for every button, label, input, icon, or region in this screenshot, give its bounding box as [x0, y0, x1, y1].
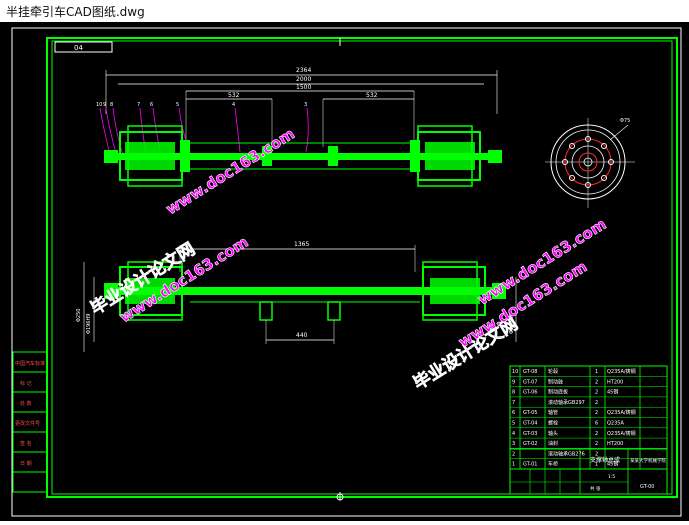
- dim-bottom-overall: 1365: [294, 241, 309, 248]
- title-name: 支撑轴总成: [590, 456, 620, 464]
- callout-5: 6: [150, 102, 153, 108]
- bom-cell-qty: 2: [595, 410, 598, 416]
- bom-cell-mat: Q235A: [607, 421, 624, 427]
- bom-cell-mat: HT200: [607, 379, 623, 385]
- bom-cell-code: GT-08: [523, 369, 537, 375]
- bom-cell-mat: Q235A/铸钢: [607, 409, 636, 416]
- bom-cell-code: GT-03: [523, 431, 537, 437]
- drawing-no-box: [54, 41, 113, 53]
- cad-canvas[interactable]: 04 2364 2000 1500 532 532 10 9 8 7 6 5 4…: [0, 22, 689, 521]
- bom-cell-mat: HT200: [607, 441, 623, 447]
- bom-cell-qty: 2: [595, 400, 598, 406]
- bom-cell-no: 5: [512, 421, 515, 427]
- bom-cell-name: 螺栓: [548, 420, 558, 427]
- left-strip-0: 中国汽车标准: [15, 360, 45, 367]
- window-titlebar: 半挂牵引车CAD图纸.dwg: [0, 0, 689, 23]
- bom-cell-code: GT-07: [523, 379, 537, 385]
- bom-cell-name: 轴管: [548, 409, 558, 416]
- dim-top-second: 2000: [296, 76, 311, 83]
- callout-8: 3: [304, 102, 307, 108]
- left-strip-3: 更改文件号: [15, 420, 40, 427]
- callout-4: 7: [137, 102, 140, 108]
- bom-cell-name: 滚动轴承GB276: [548, 450, 585, 457]
- dim-left-vertical2: Φ196H9: [86, 314, 92, 334]
- bom-cell-qty: 2: [595, 379, 598, 385]
- bom-cell-mat: Q235A/铸钢: [607, 368, 636, 375]
- bom-cell-code: GT-02: [523, 441, 537, 447]
- left-strip-5: 日 期: [20, 461, 32, 467]
- cad-drawing[interactable]: 04 2364 2000 1500 532 532 10 9 8 7 6 5 4…: [0, 22, 689, 521]
- window-title: 半挂牵引车CAD图纸.dwg: [6, 5, 145, 19]
- title-sheets: 共 张: [590, 485, 601, 492]
- bom-cell-name: 轮毂: [548, 368, 558, 375]
- dim-top-left-seg: 532: [228, 92, 240, 99]
- bom-cell-no: 8: [512, 390, 515, 396]
- top-axle-view: 2364 2000 1500 532 532 10 9 8 7 6 5 4 3: [96, 67, 502, 187]
- bom-cell-name: 制动底板: [548, 389, 568, 396]
- title-company: 某某大学机械学院: [630, 457, 666, 464]
- bom-cell-no: 2: [512, 451, 515, 457]
- left-revision-strip: 中国汽车标准 标 记 处 数 更改文件号 签 名 日 期: [12, 351, 48, 493]
- bom-cell-no: 1: [512, 462, 515, 468]
- bom-cell-no: 9: [512, 379, 515, 385]
- dim-top-third: 1500: [296, 84, 311, 91]
- watermark-1: 毕业设计论文网 www.doc163.com: [86, 232, 251, 326]
- left-strip-4: 签 名: [20, 440, 32, 447]
- bom-cell-name: 制动鼓: [548, 378, 563, 385]
- callout-7: 4: [232, 102, 235, 108]
- callout-1: 10: [96, 102, 102, 108]
- title-ratio: 1:5: [608, 474, 615, 480]
- bom-cell-no: 3: [512, 441, 515, 447]
- dim-bottom-small: 440: [296, 332, 308, 339]
- callout-3: 8: [110, 102, 113, 108]
- bom-cell-no: 4: [512, 431, 515, 437]
- dim-wheel: Φ75: [620, 118, 630, 124]
- bom-cell-qty: 1: [595, 369, 598, 375]
- title-code: GT-00: [640, 484, 654, 490]
- bom-cell-qty: 2: [595, 441, 598, 447]
- left-strip-1: 标 记: [20, 380, 32, 387]
- bom-cell-mat: 45钢: [607, 389, 618, 396]
- bom-cell-name: 油封: [548, 440, 558, 447]
- dim-left-vertical: Φ250: [76, 309, 82, 322]
- bom-cell-name: 车桥: [548, 461, 558, 468]
- bom-cell-qty: 2: [595, 431, 598, 437]
- bom-cell-qty: 2: [595, 390, 598, 396]
- bom-cell-mat: Q235A/铸钢: [607, 430, 636, 437]
- bom-cell-name: 轴头: [548, 430, 558, 437]
- dim-top-overall: 2364: [296, 67, 311, 74]
- bom-cell-code: GT-01: [523, 462, 537, 468]
- bom-cell-no: 6: [512, 410, 515, 416]
- bom-cell-no: 7: [512, 400, 515, 406]
- dim-top-right-seg: 532: [366, 92, 378, 99]
- drawing-no-text: 04: [74, 44, 83, 52]
- left-strip-2: 处 数: [20, 400, 32, 407]
- bom-cell-qty: 6: [595, 421, 598, 427]
- title-block: 支撑轴总成 某某大学机械学院 GT-00 1:5 共 张: [509, 448, 668, 495]
- bom-cell-code: GT-05: [523, 410, 537, 416]
- callout-2: 9: [103, 102, 106, 108]
- bom-cell-no: 10: [512, 369, 518, 375]
- callout-6: 5: [176, 102, 179, 108]
- bom-table: 10 GT-08 轮毂 1 Q235A/铸钢 9 GT-07 制动鼓 2 HT200 8 GT-06 制…: [509, 365, 668, 470]
- wheel-end-view: Φ75: [545, 118, 635, 208]
- bom-cell-code: GT-04: [523, 421, 537, 427]
- bom-cell-code: GT-06: [523, 390, 537, 396]
- bom-cell-name: 滚动轴承GB297: [548, 399, 585, 406]
